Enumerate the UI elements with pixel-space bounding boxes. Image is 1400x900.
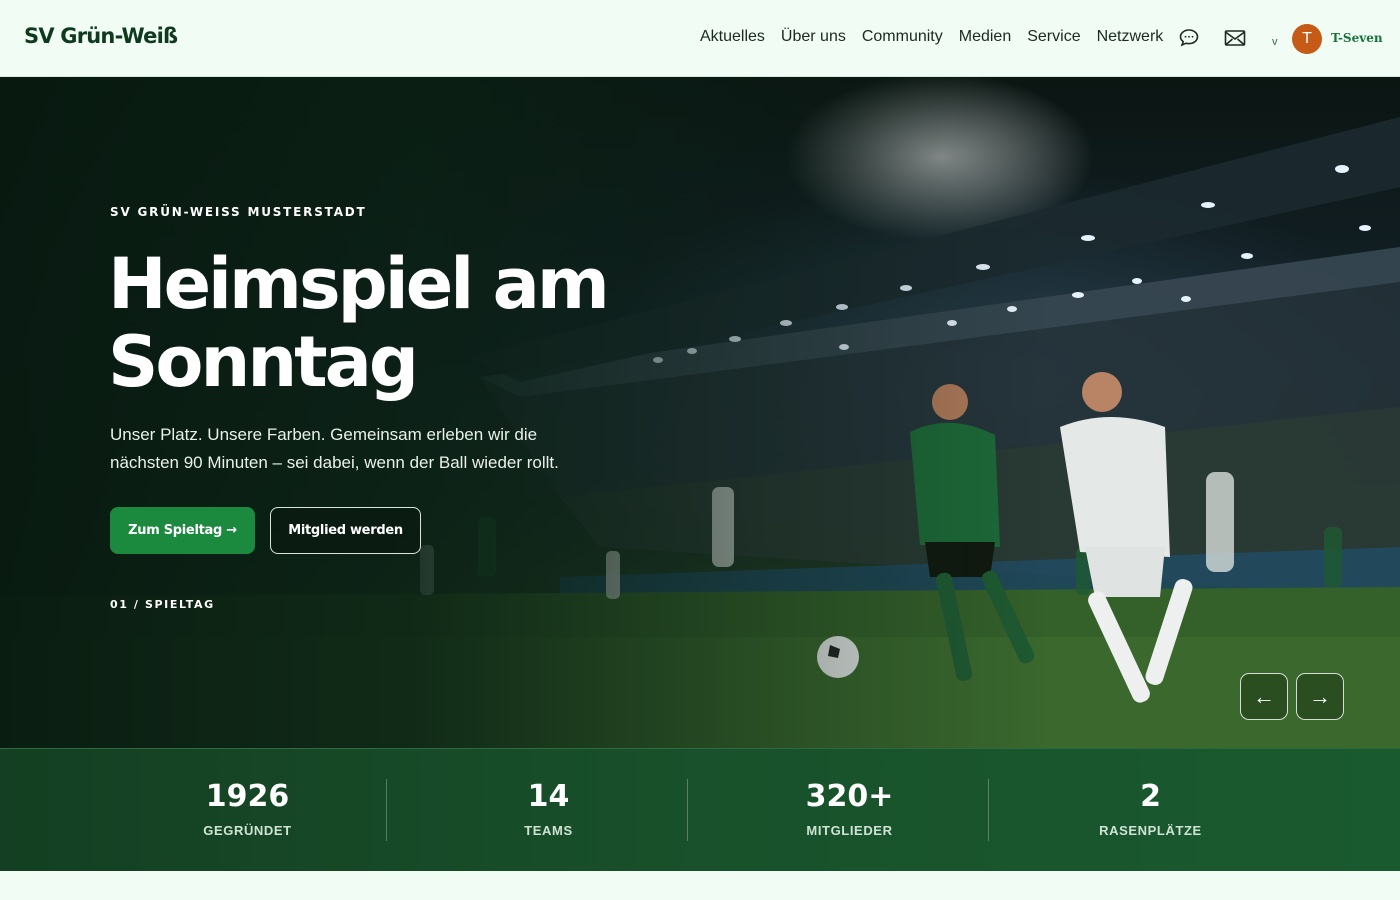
- nav-link-aktuelles[interactable]: Aktuelles: [700, 28, 773, 46]
- site-logo[interactable]: SV Grün-Weiß: [24, 24, 178, 48]
- main-nav: Aktuelles Über uns Community Medien Serv…: [700, 28, 1171, 46]
- hero-slider: SV GRÜN-WEISS MUSTERSTADT Heimspiel am S…: [0, 77, 1400, 748]
- mitglied-werden-button[interactable]: Mitglied werden: [270, 507, 421, 554]
- stat-divider: [687, 779, 688, 841]
- stat-divider: [988, 779, 989, 841]
- chat-icon[interactable]: [1177, 26, 1201, 50]
- stat-label: TEAMS: [524, 823, 573, 838]
- stat-label: RASENPLÄTZE: [1099, 823, 1202, 838]
- stat-value: 320+: [805, 779, 894, 814]
- nav-link-ueber-uns[interactable]: Über uns: [773, 28, 854, 46]
- stat-label: MITGLIEDER: [806, 823, 893, 838]
- nav-link-service[interactable]: Service: [1019, 28, 1088, 46]
- zum-spieltag-button[interactable]: Zum Spieltag →: [110, 507, 255, 554]
- user-avatar[interactable]: T: [1292, 24, 1322, 54]
- hero-kicker: SV GRÜN-WEISS MUSTERSTADT: [110, 205, 367, 219]
- club-stats: 1926 GEGRÜNDET 14 TEAMS 320+ MITGLIEDER …: [0, 748, 1400, 871]
- mail-icon[interactable]: [1223, 26, 1247, 50]
- stat-divider: [386, 779, 387, 841]
- nav-link-community[interactable]: Community: [854, 28, 951, 46]
- stat-label: GEGRÜNDET: [203, 823, 292, 838]
- slide-counter: 01 / SPIELTAG: [110, 598, 215, 611]
- stat-rasenplaetze: 2 RASENPLÄTZE: [1000, 749, 1301, 872]
- stat-value: 14: [527, 779, 570, 814]
- stat-value: 1926: [205, 779, 290, 814]
- stat-mitglieder: 320+ MITGLIEDER: [699, 749, 1000, 872]
- nav-link-netzwerk[interactable]: Netzwerk: [1089, 28, 1172, 46]
- stat-teams: 14 TEAMS: [398, 749, 699, 872]
- nav-link-medien[interactable]: Medien: [951, 28, 1019, 46]
- hero-title: Heimspiel am Sonntag: [108, 243, 610, 403]
- stat-value: 2: [1140, 779, 1161, 814]
- stat-gegruendet: 1926 GEGRÜNDET: [97, 749, 398, 872]
- next-slide-button[interactable]: →: [1296, 673, 1344, 720]
- site-header: SV Grün-Weiß Aktuelles Über uns Communit…: [0, 0, 1400, 77]
- prev-slide-button[interactable]: ←: [1240, 673, 1288, 720]
- user-name[interactable]: T-Seven: [1331, 31, 1383, 45]
- chevron-down-icon[interactable]: v: [1272, 36, 1278, 48]
- hero-description: Unser Platz. Unsere Farben. Gemeinsam er…: [110, 425, 559, 472]
